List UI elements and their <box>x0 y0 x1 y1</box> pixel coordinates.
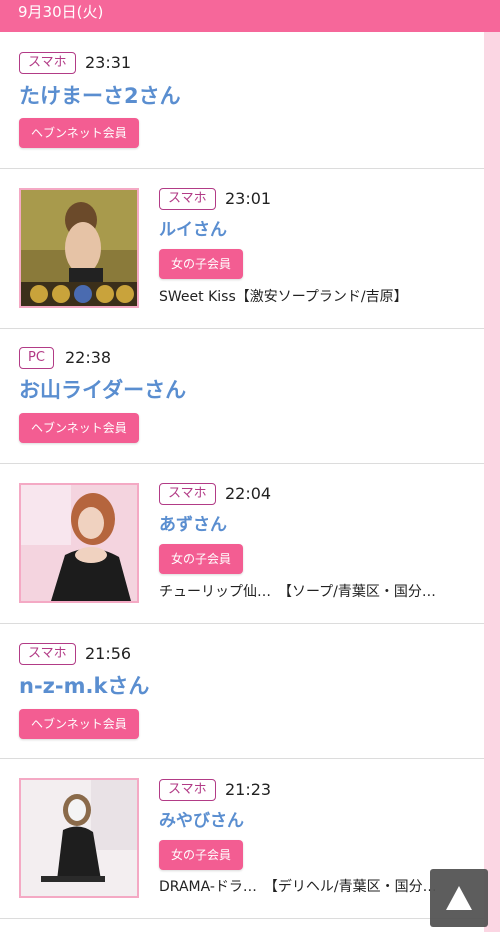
member-type-button[interactable]: ヘブンネット会員 <box>19 118 139 148</box>
user-name-link[interactable]: たけまーさ2さん <box>19 82 181 110</box>
list-item[interactable]: スマホ 23:31 たけまーさ2さん ヘブンネット会員 <box>0 32 484 169</box>
member-type-button[interactable]: ヘブンネット会員 <box>19 709 139 739</box>
member-type-button[interactable]: ヘブンネット会員 <box>19 413 139 443</box>
shop-link[interactable]: DRAMA-ドラ… 【デリヘル/青葉区・国分… <box>159 877 437 897</box>
list-item[interactable]: PC 22:38 お山ライダーさん ヘブンネット会員 <box>0 329 484 464</box>
access-time: 22:04 <box>225 484 272 503</box>
access-time: 23:31 <box>85 53 132 72</box>
triangle-up-icon <box>446 886 472 910</box>
profile-photo[interactable] <box>19 483 139 603</box>
member-type-button[interactable]: 女の子会員 <box>159 249 244 279</box>
list-item[interactable]: スマホ 21:23 みやびさん 女の子会員 DRAMA-ドラ… 【デリヘル/青葉… <box>0 759 484 919</box>
device-badge: PC <box>19 347 54 369</box>
user-name-link[interactable]: n-z-m.kさん <box>19 672 149 700</box>
profile-photo[interactable] <box>19 188 139 308</box>
device-badge: スマホ <box>159 483 216 505</box>
device-badge: スマホ <box>159 188 216 210</box>
user-name-link[interactable]: ルイさん <box>159 216 227 244</box>
access-time: 21:56 <box>85 644 132 663</box>
device-badge: スマホ <box>159 779 216 801</box>
user-name-link[interactable]: あずさん <box>159 511 227 539</box>
user-name-link[interactable]: みやびさん <box>159 807 244 835</box>
list-item[interactable]: スマホ 23:01 ルイさん 女の子会員 SWeet Kiss【激安ソープランド… <box>0 169 484 329</box>
shop-link[interactable]: チューリップ仙… 【ソープ/青葉区・国分… <box>159 582 436 602</box>
member-type-button[interactable]: 女の子会員 <box>159 544 244 574</box>
scroll-to-top-button[interactable] <box>430 869 488 927</box>
access-time: 21:23 <box>225 780 272 799</box>
right-side-band <box>484 32 500 932</box>
list-item[interactable]: スマホ 21:56 n-z-m.kさん ヘブンネット会員 <box>0 624 484 759</box>
shop-link[interactable]: SWeet Kiss【激安ソープランド/吉原】 <box>159 287 408 307</box>
date-label: 9月30日(火) <box>18 3 104 21</box>
member-type-button[interactable]: 女の子会員 <box>159 840 244 870</box>
user-name-link[interactable]: お山ライダーさん <box>19 376 186 404</box>
access-time: 23:01 <box>225 189 272 208</box>
device-badge: スマホ <box>19 52 76 74</box>
access-time: 22:38 <box>65 348 112 367</box>
device-badge: スマホ <box>19 643 76 665</box>
profile-photo[interactable] <box>19 778 139 898</box>
list-item[interactable]: スマホ 22:04 あずさん 女の子会員 チューリップ仙… 【ソープ/青葉区・国… <box>0 464 484 624</box>
date-header: 9月30日(火) <box>0 0 500 32</box>
